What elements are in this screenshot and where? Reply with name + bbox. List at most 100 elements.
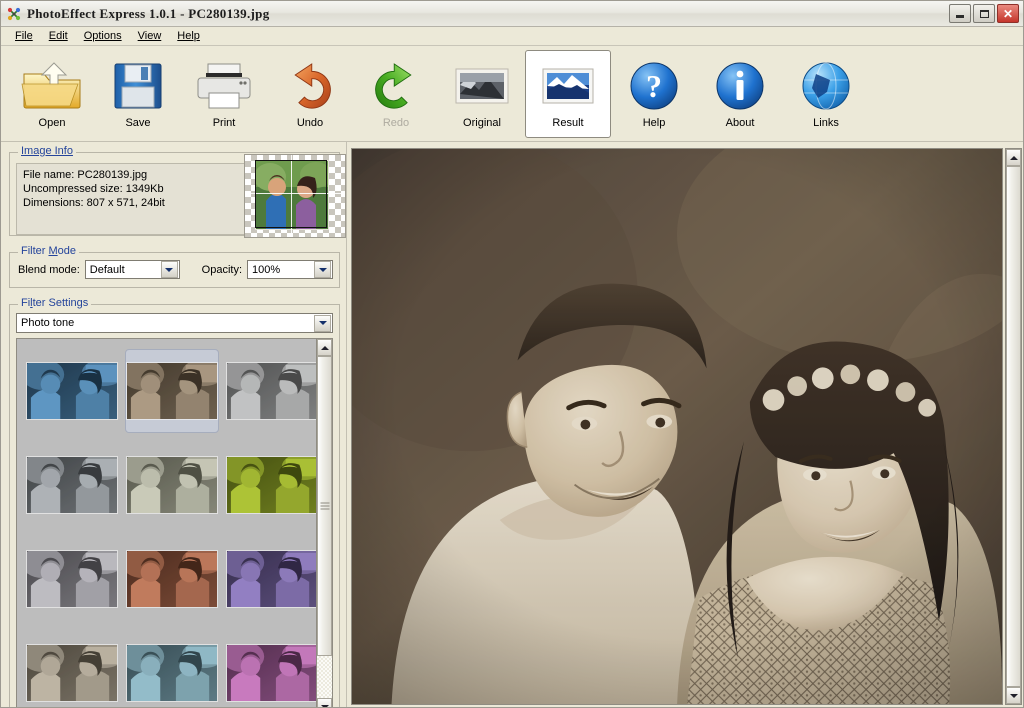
filter-thumbnail-image [226,456,316,514]
filter-thumbnail-lime-green-tone[interactable] [225,443,316,527]
image-info-line-filename: File name: PC280139.jpg [23,169,148,181]
filter-thumbnail-list-wrapper [16,338,333,707]
viewer-scrollbar[interactable] [1005,148,1022,705]
original-photo-icon [451,57,513,115]
svg-text:?: ? [646,68,662,104]
filter-thumbnail-image [126,644,218,702]
blend-mode-select[interactable]: Default [84,260,180,279]
filter-thumbnail-image [126,456,218,514]
application-window: PhotoEffect Express 1.0.1 - PC280139.jpg… [0,0,1024,708]
window-title: PhotoEffect Express 1.0.1 - PC280139.jpg [27,5,270,21]
menu-item-file[interactable]: File [7,29,41,43]
app-butterfly-icon [6,6,22,22]
result-image-viewer[interactable] [351,148,1003,705]
viewer-scroll-track[interactable] [1006,166,1021,687]
filter-thumbnail-steel-grey-tone[interactable] [25,443,119,527]
filter-thumbnail-grid [17,339,316,707]
filter-thumbnail-image [26,456,118,514]
filter-thumbnail-pale-olive-tone[interactable] [125,443,219,527]
filter-thumbnail-violet-tone[interactable] [225,537,316,621]
close-button[interactable]: ✕ [997,4,1019,23]
help-button[interactable]: ? Help [611,50,697,138]
scroll-down-arrow-icon[interactable] [317,698,332,707]
redo-button-label: Redo [382,117,410,129]
scroll-up-arrow-icon[interactable] [317,339,332,356]
filter-settings-legend: Filter Settings [18,297,92,309]
print-button[interactable]: Print [181,50,267,138]
filter-thumbnail-list[interactable] [16,338,316,707]
minimize-button[interactable] [949,4,971,23]
result-photo-icon [537,57,599,115]
filter-list-scroll-track[interactable] [317,356,332,698]
filter-thumbnail-cyan-teal-tone[interactable] [125,631,219,707]
opacity-label: Opacity: [201,263,243,276]
filter-thumbnail-image [226,644,316,702]
about-button[interactable]: About [697,50,783,138]
left-panel: Image Info File name: PC280139.jpg Uncom… [1,142,346,707]
about-button-label: About [725,117,755,129]
original-button-label: Original [463,117,501,129]
question-mark-icon: ? [626,57,682,115]
filter-list-scroll-thumb[interactable] [317,356,332,656]
menu-label-options: Options [83,30,122,42]
chevron-down-icon[interactable] [160,261,178,278]
menu-label-view: View [137,30,162,42]
filter-thumbnail-pink-magenta-tone[interactable] [225,631,316,707]
filter-category-value: Photo tone [21,317,75,329]
undo-arrow-icon [282,57,338,115]
filter-list-scrollbar[interactable] [316,338,333,707]
scroll-down-arrow-icon[interactable] [1006,687,1021,704]
menu-item-help[interactable]: Help [169,29,208,43]
save-button[interactable]: Save [95,50,181,138]
chevron-down-icon[interactable] [314,314,331,332]
info-icon [712,57,768,115]
menu-item-options[interactable]: Options [76,29,130,43]
image-info-line-dimensions: Dimensions: 807 x 571, 24bit [23,197,165,209]
redo-arrow-icon [368,57,424,115]
result-button-label: Result [552,117,584,129]
maximize-button[interactable] [973,4,995,23]
filter-category-select[interactable]: Photo tone [16,313,333,333]
menu-item-edit[interactable]: Edit [41,29,76,43]
opacity-value: 100% [252,263,281,276]
printer-icon [194,57,254,115]
filter-thumbnail-silver-grey-tone[interactable] [225,349,316,433]
title-bar: PhotoEffect Express 1.0.1 - PC280139.jpg… [1,1,1023,27]
undo-button-label: Undo [296,117,324,129]
navigator-thumbnail[interactable] [244,154,346,238]
filter-mode-row: Blend mode: Default Opacity: 100% [10,253,339,287]
result-button[interactable]: Result [525,50,611,138]
menu-item-view[interactable]: View [130,29,170,43]
filter-thumbnail-blue-tone[interactable] [25,349,119,433]
window-controls: ✕ [949,4,1021,23]
open-button[interactable]: Open [9,50,95,138]
image-info-text: File name: PC280139.jpg Uncompressed siz… [16,163,248,235]
links-button[interactable]: Links [783,50,869,138]
main-toolbar: Open Save Print Undo Redo Original Resul… [1,46,1023,142]
image-info-legend: Image Info [18,145,76,157]
original-button[interactable]: Original [439,50,525,138]
filter-thumbnail-tan-sepia-tone[interactable] [25,631,119,707]
open-button-label: Open [38,117,66,129]
filter-thumbnail-lavender-grey-tone[interactable] [25,537,119,621]
filter-thumbnail-orange-red-tone[interactable] [125,537,219,621]
navigator-viewport-rect[interactable] [255,160,327,228]
viewer-scroll-thumb[interactable] [1006,166,1021,687]
print-button-label: Print [212,117,236,129]
filter-settings-content: Photo tone [10,313,339,707]
filter-settings-group: Filter Settings Photo tone [9,297,340,707]
links-button-label: Links [813,117,839,129]
scroll-up-arrow-icon[interactable] [1006,149,1021,166]
image-info-line-size: Uncompressed size: 1349Kb [23,183,164,195]
undo-button[interactable]: Undo [267,50,353,138]
floppy-disk-icon [109,57,167,115]
redo-button[interactable]: Redo [353,50,439,138]
save-button-label: Save [125,117,151,129]
blend-mode-label: Blend mode: [18,263,80,276]
filter-thumbnail-image [26,550,118,608]
filter-thumbnail-sepia-tone[interactable] [125,349,219,433]
filter-thumbnail-image [226,550,316,608]
open-folder-icon [20,57,84,115]
opacity-select[interactable]: 100% [247,260,333,279]
chevron-down-icon[interactable] [314,261,331,278]
